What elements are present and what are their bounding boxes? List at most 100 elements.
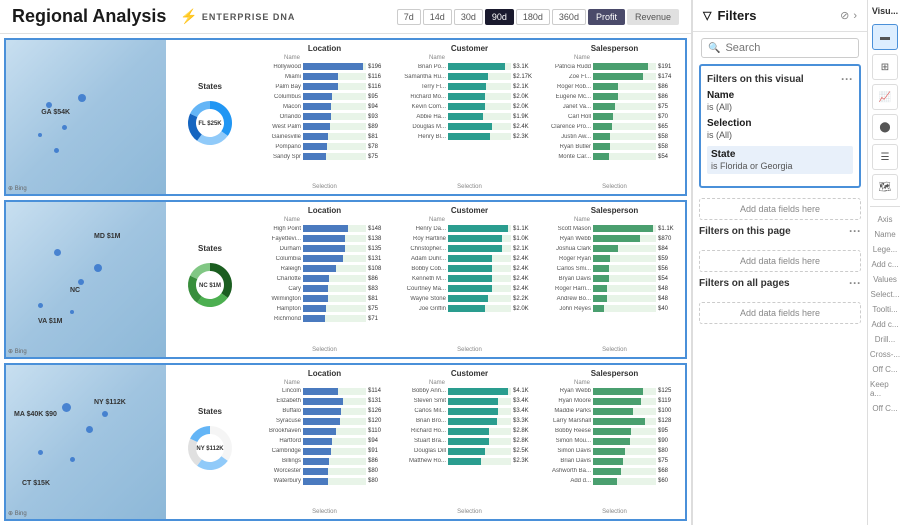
bar-track [303,63,366,70]
time-btn-7d[interactable]: 7d [397,9,421,25]
selection-label: Selection [546,509,683,515]
bar-fill [303,83,338,90]
bar-cell-customer-row3[interactable]: CustomerNameBobby Ann...$4.1KSteven Smit… [399,365,540,519]
bar-cell-location-row3[interactable]: LocationNameLincoln$114Elizabeth$131Buff… [254,365,395,519]
time-btn-30d[interactable]: 30d [454,9,483,25]
bar-fill [448,295,488,302]
donut-cell-row1[interactable]: StatesFL $25K [170,40,250,194]
map-cell-row1[interactable]: GA $54K⊕ Bing [6,40,166,194]
bar-cell-salesperson-row2[interactable]: SalespersonNameScott Mason$1.1KRyan Webb… [544,202,685,356]
bar-track [448,93,511,100]
bar-track [448,275,511,282]
bar-label: Janet Va... [546,104,591,110]
bar-label: Adam Duhr... [401,256,446,262]
search-input[interactable] [725,42,852,54]
bar-track [303,295,366,302]
bar-row-0: Lincoln$114 [256,387,393,396]
donut-chart: NY $112K [181,419,239,477]
bar-label: Wilmington [256,296,301,302]
bar-row-2: Roger Rob...$86 [546,82,683,91]
add-data-fields-all[interactable]: Add data fields here [699,302,861,324]
bar-cell-salesperson-row1[interactable]: SalespersonNamePatricia Rudd$191Zoe Fl..… [544,40,685,194]
bar-label: Patricia Rudd [546,64,591,70]
expand-filter-icon[interactable]: › [853,10,857,22]
bar-track [303,458,366,465]
bar-label: Worcester [256,468,301,474]
bar-row-5: Simon Mou...$90 [546,437,683,446]
bar-cell-salesperson-row3[interactable]: SalespersonNameRyan Webb$125Ryan Moore$1… [544,365,685,519]
bar-value: $80 [368,478,393,484]
add-data-fields-visual[interactable]: Add data fields here [699,198,861,220]
bar-cell-customer-row1[interactable]: CustomerNameBrian Po...$3.1KSamantha Ru.… [399,40,540,194]
donut-cell-row2[interactable]: StatesNC $1M [170,202,250,356]
bar-row-7: Matthew Ro...$2.3K [401,457,538,466]
bar-fill [448,305,485,312]
bar-label: Columbia [256,256,301,262]
bar-value: $54 [658,154,683,160]
bar-value: $120 [368,418,393,424]
bar-cell-location-row2[interactable]: LocationNameHigh Point$148Fayettevi...$1… [254,202,395,356]
filter-selection-item[interactable]: Selection is (All) [707,118,853,140]
time-btn-14d[interactable]: 14d [423,9,452,25]
bar-label: Douglas Dill [401,448,446,454]
visual-icon-bar-chart[interactable]: ▬ [872,24,898,50]
axis-row: Name [256,380,393,386]
bar-fill [593,63,648,70]
filters-title: ▽ Filters [703,8,756,23]
bar-track [448,123,511,130]
map-cell-row2[interactable]: MD $1MNCVA $1M⊕ Bing [6,202,166,356]
filter-name-item[interactable]: Name is (All) [707,90,853,112]
bar-row-4: Carlos Smi...$56 [546,264,683,273]
bar-row-8: Pompano$78 [256,142,393,151]
bar-chart-container: Bobby Ann...$4.1KSteven Smit$3.4KCarlos … [401,387,538,508]
bar-track [593,63,656,70]
add-data-fields-page[interactable]: Add data fields here [699,250,861,272]
bar-fill [303,235,345,242]
visual-icon-map[interactable]: 🗺 [872,174,898,200]
bar-row-5: Abbie Ha...$1.9K [401,112,538,121]
all-section-menu-icon[interactable]: ··· [849,276,861,290]
bar-fill [303,408,341,415]
bar-value: $2.3K [513,134,538,140]
map-cell-row3[interactable]: MA $40K $90NY $112KCT $15K⊕ Bing [6,365,166,519]
profit-button[interactable]: Profit [588,9,625,25]
enterprise-dna-text: ENTERPRISE DNA [202,12,296,22]
bar-track [448,458,511,465]
filter-state-item[interactable]: State is Florida or Georgia [707,146,853,174]
bar-row-0: Patricia Rudd$191 [546,62,683,71]
bar-row-8: Ashworth Ba...$68 [546,467,683,476]
visual-icon-table[interactable]: ☰ [872,144,898,170]
map-footer: ⊕ Bing [8,348,27,355]
bar-cell-location-row1[interactable]: LocationNameHollywood$196Miami$116Palm B… [254,40,395,194]
donut-cell-row3[interactable]: StatesNY $112K [170,365,250,519]
page-section-menu-icon[interactable]: ··· [849,224,861,238]
bar-label: Hampton [256,306,301,312]
bar-row-1: Ryan Moore$119 [546,397,683,406]
report-header: Regional Analysis ⚡ ENTERPRISE DNA 7d 14… [0,0,691,34]
clear-filter-icon[interactable]: ⊘ [840,9,849,22]
bar-label: Ryan Webb [546,388,591,394]
visual-icon-line[interactable]: 📈 [872,84,898,110]
revenue-button[interactable]: Revenue [627,9,679,25]
bar-fill [448,398,498,405]
bar-row-1: Samantha Ru...$2.17K [401,72,538,81]
visual-icon-pie[interactable]: ⬤ [872,114,898,140]
filter-state-label: State [711,149,849,160]
time-btn-90d[interactable]: 90d [485,9,514,25]
axis-row: Name [546,217,683,223]
bar-cell-customer-row2[interactable]: CustomerNameHenry Da...$1.1KRoy Hartline… [399,202,540,356]
chart-title: Location [256,369,393,378]
bar-track [593,73,656,80]
time-btn-180d[interactable]: 180d [516,9,550,25]
name-label: Name [874,230,895,239]
bar-row-4: Richard Ho...$2.8K [401,427,538,436]
bar-label: Joshua Clark [546,246,591,252]
bar-row-1: Ryan Webb$870 [546,234,683,243]
bar-label: Bryan Davis [546,276,591,282]
off-c-label: Off C... [872,365,897,374]
visual-icon-scatter[interactable]: ⊞ [872,54,898,80]
section-menu-icon[interactable]: ··· [841,72,853,86]
bar-row-0: Henry Da...$1.1K [401,224,538,233]
time-btn-360d[interactable]: 360d [552,9,586,25]
bar-value: $91 [368,448,393,454]
